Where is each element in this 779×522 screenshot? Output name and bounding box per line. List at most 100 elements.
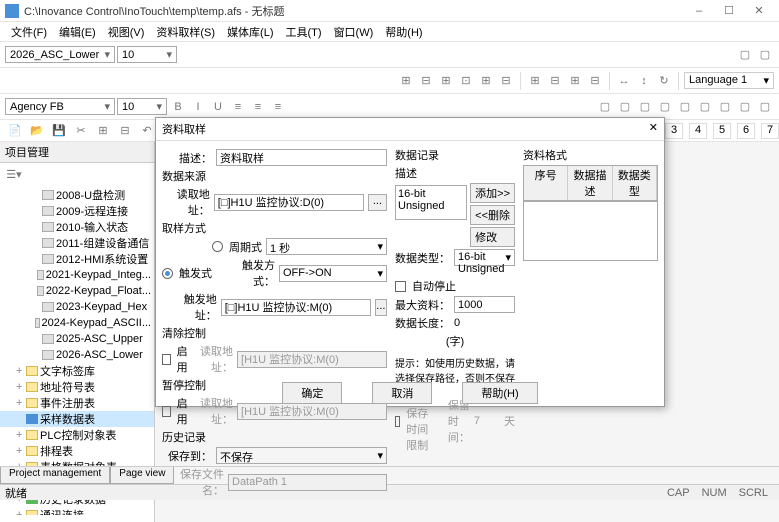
tree-item[interactable]: 2026-ASC_Lower — [0, 347, 154, 363]
obj-h-icon[interactable]: ▢ — [736, 98, 754, 116]
tree-item[interactable]: 2009-远程连接 — [0, 203, 154, 219]
state-7[interactable]: 7 — [761, 123, 779, 139]
obj-g-icon[interactable]: ▢ — [716, 98, 734, 116]
obj-a-icon[interactable]: ▢ — [596, 98, 614, 116]
trigger-radio[interactable] — [162, 268, 173, 279]
menu-tools[interactable]: 工具(T) — [280, 24, 328, 40]
align-top-icon[interactable]: ⊡ — [457, 72, 475, 90]
close-button[interactable]: ✕ — [744, 4, 774, 17]
window-selector[interactable]: 2026_ASC_Lower▾ — [5, 46, 115, 63]
size-w-icon[interactable]: ⊞ — [566, 72, 584, 90]
italic-icon[interactable]: I — [189, 98, 207, 116]
tool-b-icon[interactable]: ▢ — [756, 46, 774, 64]
modify-button[interactable]: 修改 — [470, 227, 515, 247]
tree-item[interactable]: 2022-Keypad_Float... — [0, 283, 154, 299]
zoom-selector[interactable]: 10▾ — [117, 46, 177, 63]
tree-item[interactable]: +事件注册表 — [0, 395, 154, 411]
tree-item[interactable]: 2025-ASC_Upper — [0, 331, 154, 347]
tree-item[interactable]: 2008-U盘检测 — [0, 187, 154, 203]
menu-help[interactable]: 帮助(H) — [379, 24, 428, 40]
font-family[interactable]: Agency FB▾ — [5, 98, 115, 115]
rotate-icon[interactable]: ↻ — [655, 72, 673, 90]
tree-item[interactable]: 2021-Keypad_Integ... — [0, 267, 154, 283]
talign-center-icon[interactable]: ≡ — [249, 98, 267, 116]
auto-stop-checkbox[interactable] — [395, 281, 406, 292]
bold-icon[interactable]: B — [169, 98, 187, 116]
obj-i-icon[interactable]: ▢ — [756, 98, 774, 116]
align-bot-icon[interactable]: ⊟ — [497, 72, 515, 90]
tree-item[interactable]: +排程表 — [0, 443, 154, 459]
trig-addr-input[interactable] — [221, 299, 371, 316]
menu-window[interactable]: 窗口(W) — [328, 24, 380, 40]
tree-item[interactable]: 2011-组建设备通信 — [0, 235, 154, 251]
obj-e-icon[interactable]: ▢ — [676, 98, 694, 116]
align-mid-icon[interactable]: ⊞ — [477, 72, 495, 90]
talign-left-icon[interactable]: ≡ — [229, 98, 247, 116]
talign-right-icon[interactable]: ≡ — [269, 98, 287, 116]
state-5[interactable]: 5 — [713, 123, 731, 139]
sidebar-tool-icon[interactable]: ☰▾ — [5, 165, 23, 183]
obj-f-icon[interactable]: ▢ — [696, 98, 714, 116]
tree-item[interactable]: +地址符号表 — [0, 379, 154, 395]
obj-b-icon[interactable]: ▢ — [616, 98, 634, 116]
save-icon[interactable]: 💾 — [50, 122, 68, 140]
dtype-select[interactable]: 16-bit Unsigned▾ — [454, 249, 515, 266]
tree-item[interactable]: 2023-Keypad_Hex — [0, 299, 154, 315]
tree-item[interactable]: 2012-HMI系统设置 — [0, 251, 154, 267]
read-addr-input[interactable] — [214, 194, 364, 211]
open-icon[interactable]: 📂 — [28, 122, 46, 140]
delete-button[interactable]: <<删除 — [470, 205, 515, 225]
menu-media[interactable]: 媒体库(L) — [221, 24, 279, 40]
tab-project-management[interactable]: Project management — [0, 467, 110, 484]
underline-icon[interactable]: U — [209, 98, 227, 116]
tree-item[interactable]: 2010-输入状态 — [0, 219, 154, 235]
cancel-button[interactable]: 取消 — [372, 382, 432, 404]
dist-h-icon[interactable]: ⊞ — [526, 72, 544, 90]
copy-icon[interactable]: ⊞ — [94, 122, 112, 140]
state-3[interactable]: 3 — [665, 123, 683, 139]
tool-a-icon[interactable]: ▢ — [736, 46, 754, 64]
obj-d-icon[interactable]: ▢ — [656, 98, 674, 116]
ok-button[interactable]: 确定 — [282, 382, 342, 404]
cut-icon[interactable]: ✂ — [72, 122, 90, 140]
undo-icon[interactable]: ↶ — [138, 122, 156, 140]
minimize-button[interactable]: – — [684, 5, 714, 17]
tree-item[interactable]: +通讯连接 — [0, 507, 154, 515]
maximize-button[interactable]: ☐ — [714, 4, 744, 17]
trig-mode-select[interactable]: OFF->ON▾ — [279, 265, 387, 282]
max-input[interactable] — [454, 296, 515, 313]
align-left-icon[interactable]: ⊞ — [397, 72, 415, 90]
menu-edit[interactable]: 编辑(E) — [53, 24, 102, 40]
new-icon[interactable]: 📄 — [6, 122, 24, 140]
periodic-radio[interactable] — [212, 241, 223, 252]
record-listbox[interactable]: 16-bit Unsigned — [395, 185, 467, 220]
obj-c-icon[interactable]: ▢ — [636, 98, 654, 116]
format-grid[interactable] — [523, 201, 658, 261]
menu-sample[interactable]: 资料取样(S) — [150, 24, 221, 40]
tree-item[interactable]: 2024-Keypad_ASCII... — [0, 315, 154, 331]
flip-h-icon[interactable]: ↔ — [615, 72, 633, 90]
help-button[interactable]: 帮助(H) — [462, 382, 537, 404]
save-to-select[interactable]: 不保存▾ — [216, 447, 387, 464]
state-6[interactable]: 6 — [737, 123, 755, 139]
tree-item[interactable]: 采样数据表 — [0, 411, 154, 427]
language-selector[interactable]: Language 1▾ — [684, 72, 774, 89]
dist-v-icon[interactable]: ⊟ — [546, 72, 564, 90]
paste-icon[interactable]: ⊟ — [116, 122, 134, 140]
tree-item[interactable]: +文字标签库 — [0, 363, 154, 379]
trig-addr-browse[interactable]: ... — [375, 299, 387, 316]
tree-item[interactable]: +PLC控制对象表 — [0, 427, 154, 443]
menu-view[interactable]: 视图(V) — [102, 24, 151, 40]
align-right-icon[interactable]: ⊞ — [437, 72, 455, 90]
font-size[interactable]: 10▾ — [117, 98, 167, 115]
add-button[interactable]: 添加>> — [470, 183, 515, 203]
state-4[interactable]: 4 — [689, 123, 707, 139]
desc-input[interactable] — [216, 149, 387, 166]
menu-file[interactable]: 文件(F) — [5, 24, 53, 40]
read-addr-browse[interactable]: ... — [368, 194, 387, 211]
time-limit-checkbox[interactable] — [395, 416, 400, 427]
flip-v-icon[interactable]: ↕ — [635, 72, 653, 90]
periodic-select[interactable]: 1 秒▾ — [266, 238, 387, 255]
clear-enable-checkbox[interactable] — [162, 354, 171, 365]
align-center-icon[interactable]: ⊟ — [417, 72, 435, 90]
